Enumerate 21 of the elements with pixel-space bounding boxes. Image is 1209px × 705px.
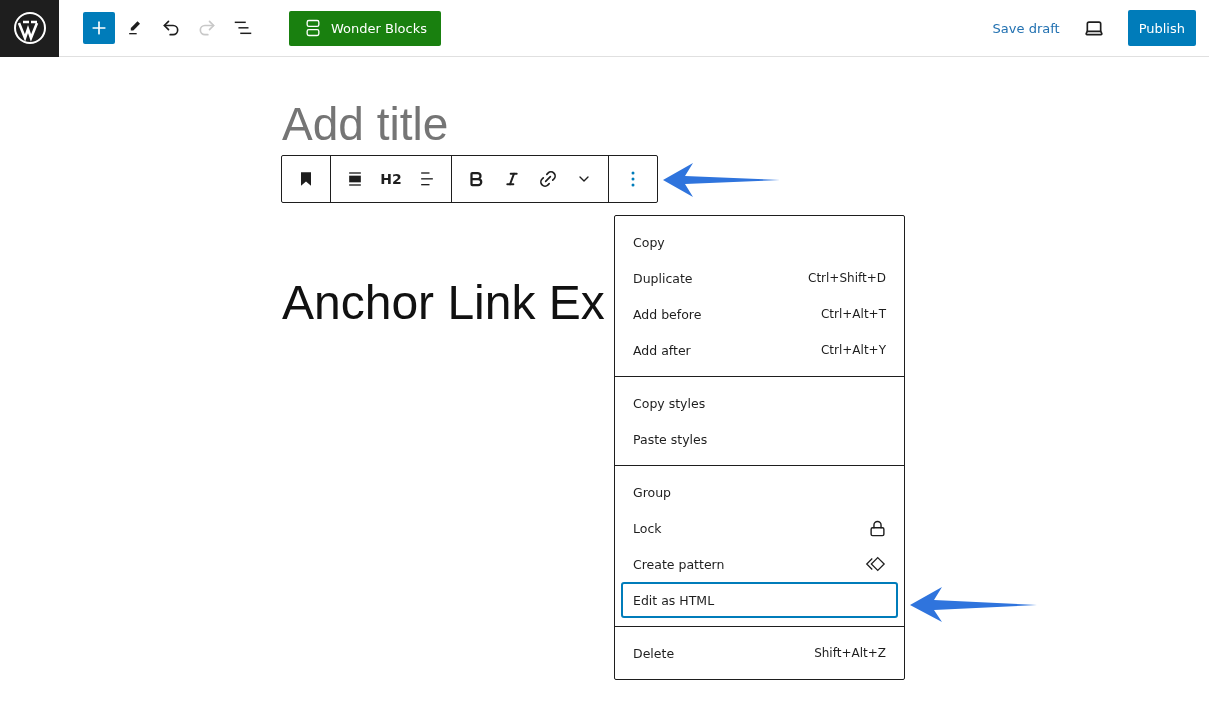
wonder-blocks-button[interactable]: Wonder Blocks: [289, 10, 441, 46]
heading-text: Anchor Link Ex: [282, 275, 605, 331]
save-draft-link[interactable]: Save draft: [984, 14, 1068, 42]
bold-icon: [467, 170, 485, 188]
shortcut-text: Ctrl+Alt+Y: [820, 343, 886, 357]
undo-icon: [161, 18, 181, 38]
wordpress-icon: [12, 11, 47, 45]
laptop-icon: [1083, 18, 1104, 38]
title-placeholder[interactable]: Add title: [282, 97, 449, 151]
shortcut-text: Shift+Alt+Z: [814, 646, 886, 660]
shortcut-text: Ctrl+Shift+D: [808, 271, 886, 285]
wordpress-logo[interactable]: [0, 0, 59, 57]
add-block-button[interactable]: [83, 12, 115, 44]
publish-button[interactable]: Publish: [1127, 10, 1196, 46]
more-vertical-icon: [631, 171, 635, 187]
menu-item[interactable]: Edit as HTML: [621, 582, 898, 618]
shortcut-text: Ctrl+Alt+T: [820, 307, 886, 321]
redo-icon: [197, 18, 217, 38]
italic-icon: [504, 171, 520, 187]
lock-icon: [869, 519, 886, 537]
heading-level-button[interactable]: H2: [373, 161, 409, 197]
